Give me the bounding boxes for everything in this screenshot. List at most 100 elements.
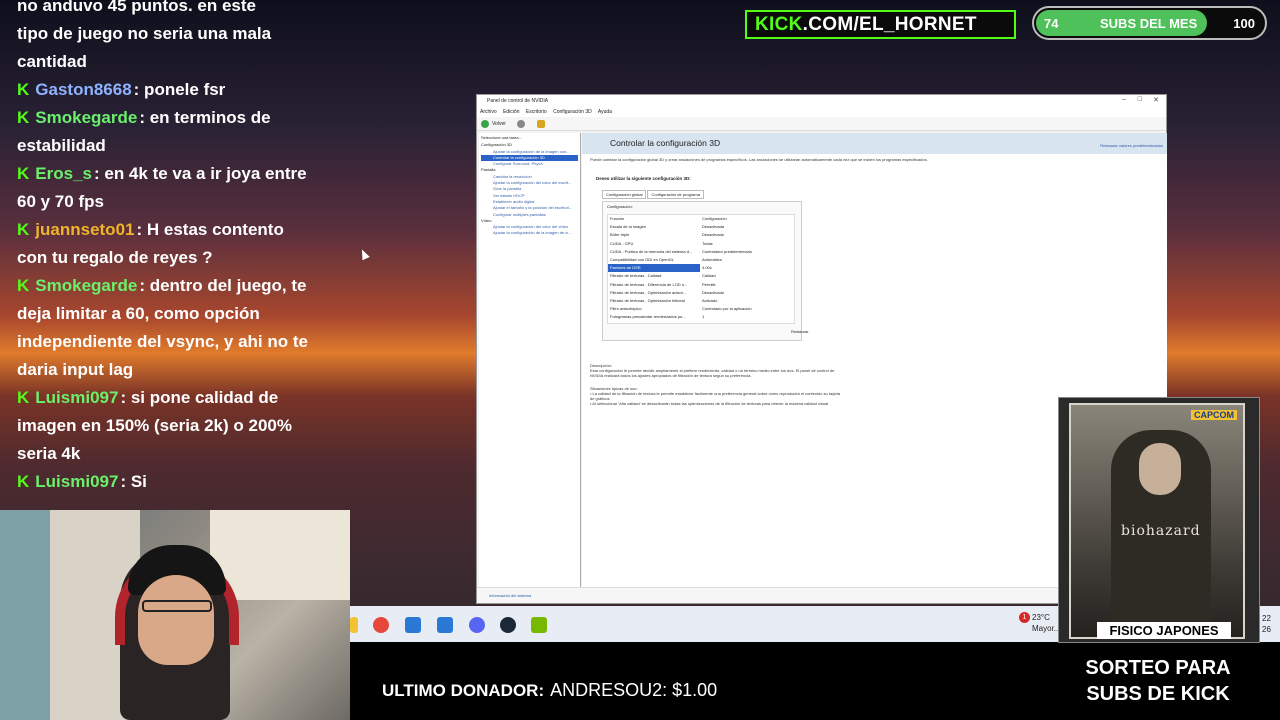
chat-text: : Si [120, 472, 147, 491]
kick-badge-icon: K [17, 80, 30, 99]
tab-program-settings[interactable]: Configuración de programa [647, 190, 704, 199]
forward-arrow-icon[interactable] [517, 120, 525, 128]
giveaway-line-2: SUBS DE KICK [1086, 683, 1230, 705]
chat-message: K Gaston8668: ponele fsr [17, 76, 310, 104]
tree-item[interactable]: Ajustar el tamaño y la posición del escr… [481, 205, 578, 211]
clock-date: 26 [1262, 625, 1271, 634]
chat-username[interactable]: Smokegarde [35, 108, 137, 127]
menu-edicion[interactable]: Edición [503, 109, 519, 115]
settings-row[interactable]: Filtrado de texturas - Diferencia de LOD… [608, 281, 794, 289]
steam-icon[interactable] [500, 617, 516, 633]
restore-defaults-link[interactable]: Restaurar valores predeterminados [1100, 143, 1163, 149]
chat-username[interactable]: Luismi097 [35, 472, 118, 491]
physical-edition-label: FISICO JAPONES [1097, 622, 1231, 639]
settings-row[interactable]: Filtrado de texturas - Optimización anis… [608, 289, 794, 297]
subs-goal-target: 100 [1233, 16, 1255, 31]
chrome-icon[interactable] [373, 617, 389, 633]
weather-temp: 23°C [1032, 613, 1050, 622]
menu-bar: Archivo Edición Escritorio Configuración… [477, 107, 1166, 117]
chat-message: tipo de juego no seria una mala [17, 20, 310, 48]
setting-value[interactable]: Controlado por la aplicación [700, 305, 794, 313]
setting-feature: Escala de la imagen [610, 224, 647, 230]
settings-question: Deseo utilizar la siguiente configuració… [596, 176, 691, 181]
chat-username[interactable]: Smokegarde [35, 276, 137, 295]
setting-value[interactable]: Desactivada [700, 223, 794, 231]
clock-time: 22 [1262, 614, 1271, 623]
close-button[interactable]: ✕ [1153, 96, 1159, 104]
store-icon[interactable] [405, 617, 421, 633]
chat-username[interactable]: Eros_s [35, 164, 92, 183]
setting-value[interactable]: Calidad [700, 272, 794, 280]
mail-icon[interactable] [437, 617, 453, 633]
setting-feature: Filtro anisotrópico [610, 306, 642, 312]
tree-item[interactable]: Ajustar la configuración de la imagen co… [481, 149, 578, 155]
setting-feature: Filtrado de texturas - Calidad [610, 273, 662, 279]
settings-row[interactable]: Compatibilidad con GDI en OpenGL Automáti… [608, 256, 794, 264]
setting-value[interactable]: 1 [700, 313, 794, 321]
chat-message: no anduvo 45 puntos. en este [17, 0, 310, 20]
weather-widget[interactable]: 23°C Mayor... [1032, 612, 1060, 634]
nvidia-icon[interactable] [531, 617, 547, 633]
settings-tabs: Configuración global Configuración de pro… [602, 190, 705, 199]
character-face [1139, 443, 1181, 495]
settings-row[interactable]: Función Configuración [608, 215, 794, 223]
discord-icon[interactable] [469, 617, 485, 633]
minimize-button[interactable]: – [1122, 96, 1126, 103]
setting-feature: CUDA - GPU [610, 240, 634, 246]
chat-text: cantidad [17, 52, 87, 71]
settings-box: Configuración: Función Configuración Escal… [602, 201, 809, 341]
config-label: Configuración: [607, 204, 633, 209]
home-icon[interactable] [537, 120, 545, 128]
kick-badge-icon: K [17, 220, 30, 239]
kick-logo-text: KICK [755, 14, 803, 35]
last-donor: ULTIMO DONADOR: ANDRESOU2: $1.00 [382, 680, 717, 701]
setting-value[interactable]: Controlador predeterminado [700, 248, 794, 256]
subs-goal-bar: 74 SUBS DEL MES 100 [1032, 6, 1267, 40]
setting-value[interactable]: Desactivado [700, 289, 794, 297]
settings-row[interactable]: Fotogramas precalentar renderizados po..… [608, 313, 794, 321]
settings-row[interactable]: Búfer triple Desactivado [608, 231, 794, 239]
file-explorer-icon[interactable] [350, 617, 358, 633]
description-text: Esta configuración le permite decidir am… [590, 368, 835, 378]
setting-value[interactable]: Desactivado [700, 231, 794, 239]
chat-username[interactable]: Luismi097 [35, 388, 118, 407]
setting-value[interactable]: 4.00x [700, 264, 794, 272]
setting-value[interactable]: Todas [700, 240, 794, 248]
tab-global-settings[interactable]: Configuración global [602, 190, 647, 199]
menu-archivo[interactable]: Archivo [480, 109, 497, 115]
setting-value[interactable]: Permitir [700, 281, 794, 289]
restore-button[interactable]: Restaurar [791, 329, 809, 334]
chat-username[interactable]: juannseto01 [35, 220, 134, 239]
setting-value[interactable]: Automático [700, 256, 794, 264]
giveaway-text: SORTEO PARA SUBS DE KICK [1060, 655, 1256, 707]
page-title: Controlar la configuración 3D [610, 138, 721, 148]
setting-feature: Búfer triple [610, 232, 630, 238]
clock[interactable]: 22 26 [1262, 613, 1271, 635]
back-arrow-icon[interactable] [481, 120, 489, 128]
settings-row[interactable]: Escala de la imagen Desactivada [608, 223, 794, 231]
setting-feature: CUDA - Política de la memoria del sistem… [610, 248, 693, 254]
maximize-button[interactable]: □ [1138, 96, 1142, 103]
menu-configuracion-3d[interactable]: Configuración 3D [553, 109, 592, 115]
settings-row[interactable]: Filtrado de texturas - Calidad Calidad [608, 272, 794, 280]
settings-row[interactable]: CUDA - GPU Todas [608, 240, 794, 248]
chat-text: : ponele fsr [133, 80, 226, 99]
settings-row[interactable]: Filtrado de texturas - Optimización tril… [608, 297, 794, 305]
settings-row[interactable]: Factores de DSR 4.00x [608, 264, 794, 273]
notification-badge: 1 [1019, 612, 1030, 623]
settings-row[interactable]: CUDA - Política de la memoria del sistem… [608, 248, 794, 256]
menu-ayuda[interactable]: Ayuda [598, 109, 612, 115]
tree-item[interactable]: Ajustar la configuración de la imagen de… [481, 230, 578, 236]
toolbar: Volver [477, 117, 1166, 131]
menu-escritorio[interactable]: Escritorio [526, 109, 547, 115]
back-button[interactable]: Volver [492, 121, 506, 127]
setting-value[interactable]: Configuración [700, 215, 794, 223]
settings-row[interactable]: Filtro anisotrópico Controlado por la apl… [608, 305, 794, 313]
window-title: Panel de control de NVIDIA [477, 95, 1166, 107]
setting-feature: Compatibilidad con GDI en OpenGL [610, 256, 675, 262]
setting-feature: Filtrado de texturas - Optimización anis… [610, 289, 687, 295]
setting-value[interactable]: Activado [700, 297, 794, 305]
chat-message: K Luismi097: Si [17, 468, 310, 496]
chat-username[interactable]: Gaston8668 [35, 80, 131, 99]
giveaway-line-1: SORTEO PARA [1085, 657, 1231, 679]
